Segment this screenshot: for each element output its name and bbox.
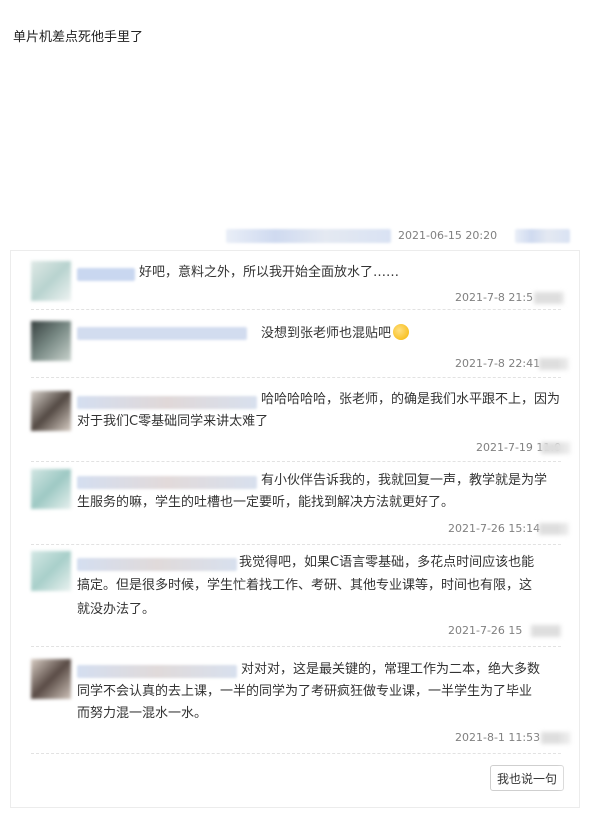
blurred-date-suffix <box>534 292 564 304</box>
post-meta-row: 2021-06-15 20:20 <box>220 226 580 246</box>
avatar[interactable] <box>31 321 71 361</box>
divider <box>31 377 561 379</box>
blurred-username[interactable] <box>77 476 257 489</box>
comments-panel: 好吧，意料之外，所以我开始全面放水了…… 2021-7-8 21:5 没想到张老… <box>10 250 580 808</box>
comment-text: 有小伙伴告诉我的，我就回复一声，教学就是为学 <box>261 473 548 488</box>
avatar[interactable] <box>31 261 71 301</box>
blurred-date-suffix <box>541 732 571 744</box>
blurred-date-suffix <box>539 358 569 370</box>
comment-date: 2021-7-8 21:5 <box>455 291 534 304</box>
avatar[interactable] <box>31 551 71 591</box>
avatar[interactable] <box>31 391 71 431</box>
divider <box>31 461 561 463</box>
blurred-username <box>226 229 391 243</box>
comment-text: 搞定。但是很多时候，学生忙着找工作、考研、其他专业课等，时间也有限，这 就没办法… <box>77 578 533 617</box>
blurred-link <box>515 229 570 243</box>
reply-button[interactable]: 我也说一句 <box>490 765 564 791</box>
comment-text: 好吧，意料之外，所以我开始全面放水了…… <box>139 265 400 280</box>
post-date: 2021-06-15 20:20 <box>398 229 498 242</box>
comment-date: 2021-7-8 22:41 <box>455 357 541 370</box>
blurred-username[interactable] <box>77 327 247 340</box>
blurred-username[interactable] <box>77 665 237 678</box>
blurred-username[interactable] <box>77 268 135 281</box>
blurred-date-suffix <box>531 625 561 637</box>
comment-date: 2021-7-26 15:14 <box>448 522 541 535</box>
blurred-username[interactable] <box>77 558 237 571</box>
divider <box>31 646 561 648</box>
comment-text: 哈哈哈哈哈，张老师，的确是我们水平跟不上，因为 <box>261 392 561 407</box>
post-text: 单片机差点死他手里了 <box>13 30 144 45</box>
blurred-username[interactable] <box>77 396 257 409</box>
avatar[interactable] <box>31 659 71 699</box>
comment-text: 没想到张老师也混贴吧 <box>261 323 561 345</box>
comment-text: 对于我们C零基础同学来讲太难了 <box>77 414 269 429</box>
smile-emoji-icon <box>393 324 410 340</box>
comment-text: 我觉得吧，如果C语言零基础，多花点时间应该也能 <box>239 555 535 570</box>
avatar[interactable] <box>31 469 71 509</box>
comment-date: 2021-7-26 15 <box>448 624 523 637</box>
divider <box>31 753 561 755</box>
comment-text: 生服务的嘛，学生的吐槽也一定要听，能找到解决方法就更好了。 <box>77 495 455 510</box>
divider <box>31 544 561 546</box>
comment-text: 同学不会认真的去上课，一半的同学为了考研疯狂做专业课，一半学生为了毕业 而努力混… <box>77 684 533 721</box>
comment-date: 2021-8-1 11:53 <box>455 731 541 744</box>
comment-text: 对对对，这是最关键的，常理工作为二本，绝大多数 <box>241 662 541 677</box>
divider <box>31 309 561 311</box>
blurred-date-suffix <box>539 523 569 535</box>
blurred-date-suffix <box>541 442 571 454</box>
